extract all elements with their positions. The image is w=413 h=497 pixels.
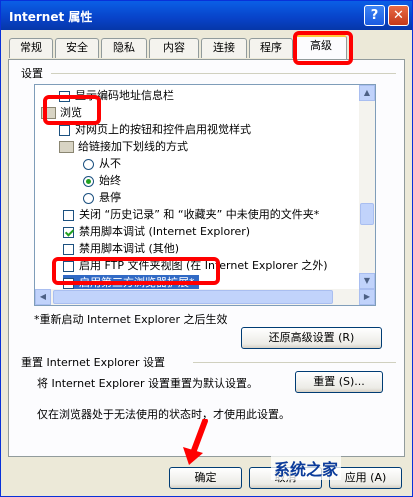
checkbox[interactable]	[63, 209, 74, 221]
tab-connections[interactable]: 连接	[201, 38, 247, 58]
list-item-label: 对网页上的按钮和控件启用视觉样式	[75, 123, 251, 136]
highlight-browsing-group	[43, 95, 101, 125]
highlight-advanced-tab	[293, 31, 353, 65]
list-item-label: 关闭 “历史记录” 和 “收藏夹” 中未使用的文件夹*	[79, 208, 320, 221]
restore-advanced-button[interactable]: 还原高级设置 (R)	[241, 327, 382, 349]
reset-section-title: 重置 Internet Explorer 设置	[21, 356, 165, 369]
scroll-thumb[interactable]	[53, 290, 333, 304]
tab-security[interactable]: 安全	[55, 38, 99, 58]
reset-button[interactable]: 重置 (S)...	[295, 371, 383, 393]
list-item[interactable]: 关闭 “历史记录” 和 “收藏夹” 中未使用的文件夹*	[63, 207, 319, 223]
list-item[interactable]: 悬停	[83, 190, 121, 206]
tab-general[interactable]: 常规	[9, 38, 53, 58]
checkbox[interactable]	[63, 226, 74, 238]
tab-programs[interactable]: 程序	[249, 38, 293, 58]
tab-content[interactable]: 内容	[149, 38, 199, 58]
dialog-window: Internet 属性 ? ✕ 常规 安全 隐私 内容 连接 程序 高级 设置 …	[0, 0, 413, 497]
scroll-left-button[interactable]: ◀	[35, 289, 51, 305]
reset-divider	[193, 362, 396, 363]
settings-divider	[51, 73, 396, 74]
watermark-logo: 系统之家	[271, 456, 342, 480]
red-arrow-icon	[183, 419, 208, 465]
list-item-label: 禁用脚本调试 (Internet Explorer)	[79, 225, 251, 238]
scroll-up-button[interactable]: ▲	[359, 85, 375, 101]
tab-privacy[interactable]: 隐私	[101, 38, 147, 58]
radio-button[interactable]	[83, 192, 94, 204]
list-item[interactable]: 始终	[83, 173, 121, 189]
title-bar: Internet 属性 ? ✕	[1, 1, 412, 30]
scroll-down-button[interactable]: ▼	[359, 273, 375, 289]
list-item-label: 始终	[99, 174, 121, 187]
close-button[interactable]: ✕	[388, 5, 409, 26]
list-item[interactable]: 从不	[83, 156, 121, 172]
ok-button[interactable]: 确定	[169, 467, 242, 489]
checkbox[interactable]	[63, 243, 74, 255]
list-item[interactable]: 禁用脚本调试 (Internet Explorer)	[63, 224, 250, 240]
list-item-label: 从不	[99, 157, 121, 170]
radio-button[interactable]	[83, 175, 94, 187]
list-item-underline-group: 给链接加下划线的方式	[59, 139, 188, 155]
list-item-label: 悬停	[99, 191, 121, 204]
checkbox[interactable]	[59, 124, 70, 136]
vertical-scrollbar[interactable]: ▲ ▼	[359, 85, 375, 289]
scroll-right-button[interactable]: ▶	[359, 289, 375, 305]
scroll-thumb[interactable]	[360, 203, 374, 225]
restart-note: *重新启动 Internet Explorer 之后生效	[34, 313, 228, 326]
help-button[interactable]: ?	[364, 5, 385, 26]
horizontal-scrollbar[interactable]: ◀ ▶	[35, 289, 375, 305]
window-title: Internet 属性	[9, 10, 93, 24]
folder-icon	[59, 141, 74, 153]
radio-button[interactable]	[83, 158, 94, 170]
list-item-label: 禁用脚本调试 (其他)	[79, 242, 180, 255]
settings-group-label: 设置	[21, 67, 43, 80]
list-item-label: 给链接加下划线的方式	[78, 140, 188, 153]
reset-description: 将 Internet Explorer 设置重置为默认设置。	[37, 377, 258, 390]
list-item[interactable]: 禁用脚本调试 (其他)	[63, 241, 179, 257]
reset-hint: 仅在浏览器处于无法使用的状态时，才使用此设置。	[37, 408, 290, 421]
highlight-third-party-extensions	[52, 257, 220, 285]
